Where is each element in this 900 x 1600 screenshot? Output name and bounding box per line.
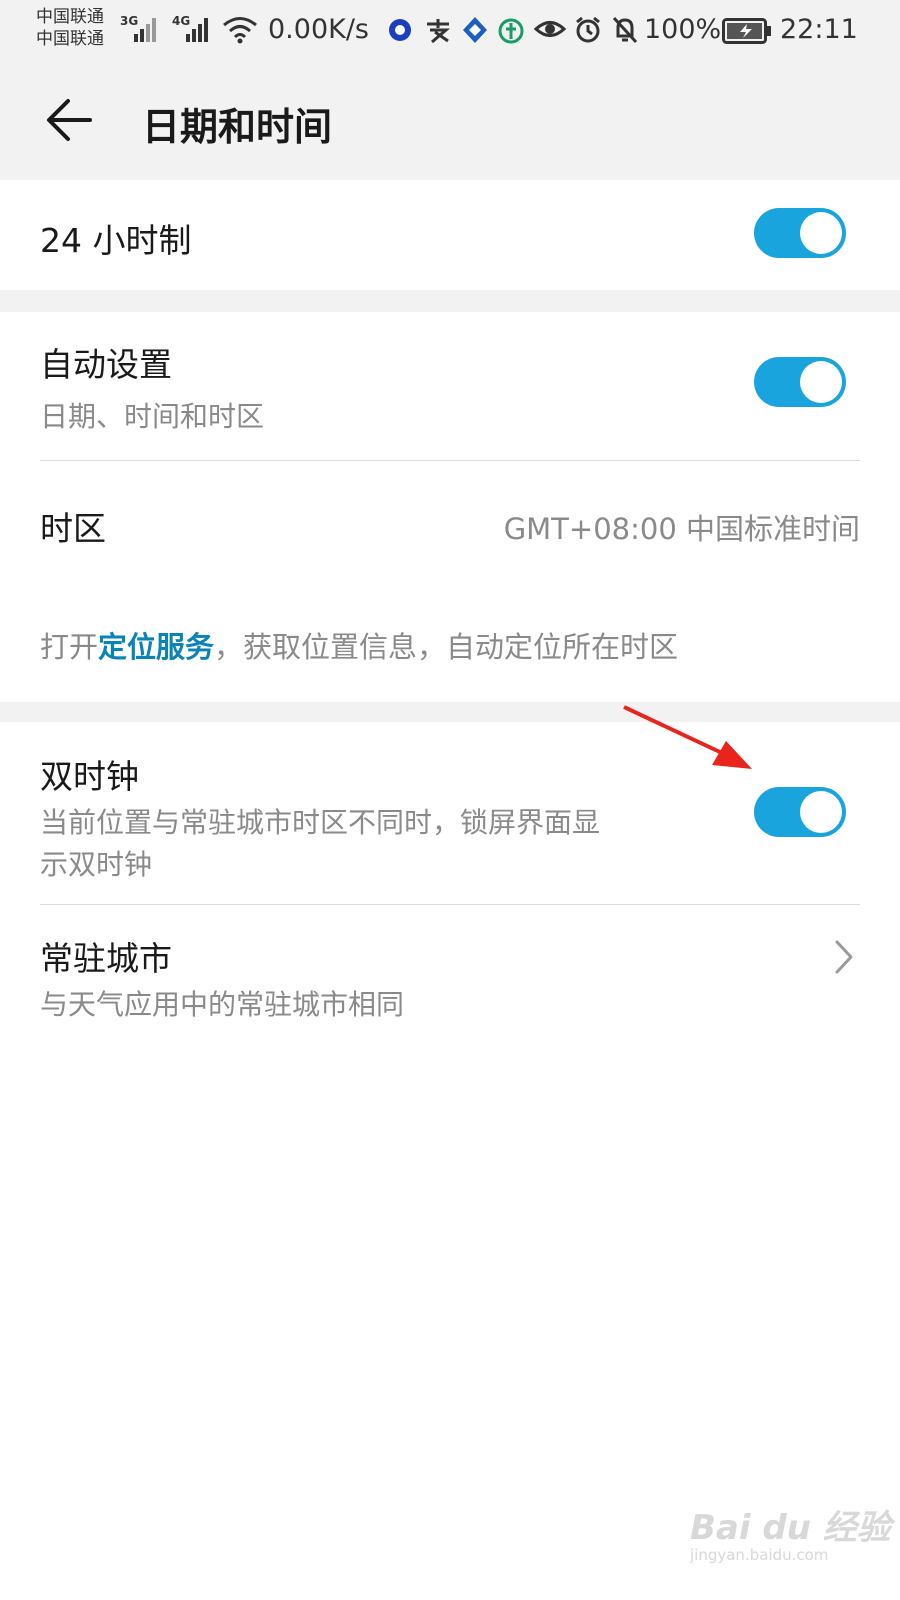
toggle-knob bbox=[800, 361, 842, 403]
wifi-icon bbox=[223, 17, 257, 44]
carrier-2: 中国联通 bbox=[36, 29, 104, 49]
auto-time-section: 自动设置 日期、时间和时区 时区 GMT+08:00 中国标准时间 打开定位服务… bbox=[0, 312, 900, 702]
auto-setting-toggle[interactable] bbox=[754, 357, 846, 407]
toggle-knob bbox=[800, 791, 842, 833]
hint-suffix: ，获取位置信息，自动定位所在时区 bbox=[214, 630, 679, 664]
back-arrow-icon[interactable] bbox=[42, 92, 98, 148]
clock: 22:11 bbox=[780, 14, 858, 45]
hint-prefix: 打开 bbox=[40, 630, 99, 664]
watermark-url: jingyan.baidu.com bbox=[690, 1546, 829, 1564]
hour24-toggle[interactable] bbox=[754, 208, 846, 258]
eye-icon bbox=[534, 21, 566, 37]
annotation-arrow-icon bbox=[623, 705, 752, 769]
app-icon bbox=[389, 19, 411, 41]
auto-setting-subtitle: 日期、时间和时区 bbox=[40, 400, 265, 433]
dual-clock-subtitle-line2: 示双时钟 bbox=[40, 848, 153, 881]
chevron-right-icon bbox=[835, 940, 853, 974]
hour24-row[interactable]: 24 小时制 bbox=[0, 180, 900, 290]
divider bbox=[40, 904, 860, 905]
page-title: 日期和时间 bbox=[142, 105, 333, 149]
hour24-label: 24 小时制 bbox=[40, 221, 192, 260]
location-hint: 打开定位服务，获取位置信息，自动定位所在时区 bbox=[40, 624, 678, 666]
toggle-knob bbox=[800, 212, 842, 254]
status-bar: 中国联通 中国联通 3G 4G 0.00K/s 100% 22:11 bbox=[0, 0, 900, 62]
dual-clock-label: 双时钟 bbox=[40, 757, 139, 796]
dual-clock-toggle[interactable] bbox=[754, 787, 846, 837]
watermark: Bai du 经验 jingyan.baidu.com bbox=[690, 1500, 891, 1564]
battery-percent: 100% bbox=[644, 14, 722, 45]
section-divider bbox=[0, 702, 900, 722]
auto-setting-label: 自动设置 bbox=[40, 345, 172, 384]
timezone-label: 时区 bbox=[40, 509, 106, 548]
app-bar: 日期和时间 bbox=[0, 62, 900, 180]
section-divider bbox=[0, 290, 900, 312]
signal-icon bbox=[134, 18, 156, 42]
wallet-icon bbox=[498, 18, 524, 44]
divider bbox=[40, 460, 860, 461]
mute-icon bbox=[612, 16, 638, 44]
dual-clock-subtitle-line1: 当前位置与常驻城市时区不同时，锁屏界面显 bbox=[40, 806, 601, 839]
alipay-icon bbox=[427, 19, 451, 44]
battery-icon bbox=[722, 18, 771, 44]
bank-icon bbox=[463, 17, 487, 43]
carrier-1: 中国联通 bbox=[36, 7, 104, 27]
home-city-label: 常驻城市 bbox=[40, 939, 172, 978]
network-speed: 0.00K/s bbox=[268, 14, 369, 45]
timezone-value: GMT+08:00 中国标准时间 bbox=[503, 512, 860, 546]
carrier-labels: 中国联通 中国联通 bbox=[36, 6, 104, 50]
alarm-icon bbox=[576, 16, 600, 43]
signal-icon bbox=[186, 18, 208, 42]
dual-clock-section: 双时钟 当前位置与常驻城市时区不同时，锁屏界面显 示双时钟 常驻城市 与天气应用… bbox=[0, 722, 900, 1600]
home-city-subtitle: 与天气应用中的常驻城市相同 bbox=[40, 988, 405, 1021]
watermark-logo: Bai du 经验 bbox=[690, 1508, 891, 1548]
location-service-link[interactable]: 定位服务 bbox=[98, 630, 214, 664]
